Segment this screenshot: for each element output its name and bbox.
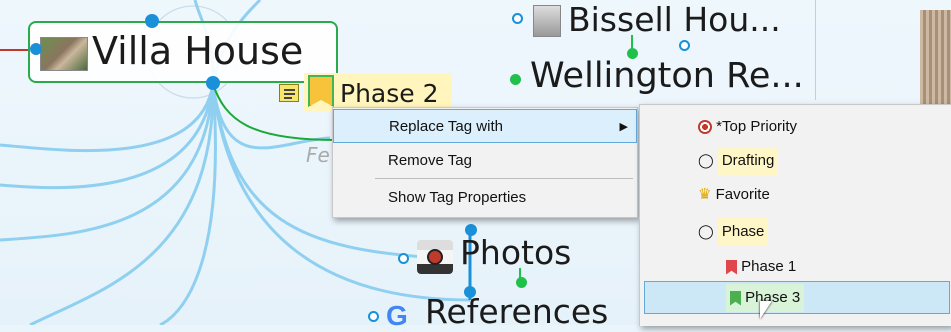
node-handle-bottom[interactable] [206,76,220,90]
note-icon[interactable] [279,84,299,102]
submenu-item-top-priority[interactable]: *Top Priority [698,113,797,141]
replace-tag-submenu: *Top Priority ◯ Drafting ♛ Favorite ◯ Ph… [639,104,951,326]
replace-tag-label: Replace Tag with [389,118,503,135]
phase3-label: Phase 3 [745,289,801,306]
bissell-handle[interactable] [512,13,523,24]
show-tag-properties-label: Show Tag Properties [388,189,527,206]
phase2-label: Phase 2 [340,79,439,108]
side-image [920,10,951,110]
partial-node-text: Fe [306,143,330,167]
bissell-node[interactable]: Bissell Hou... [568,0,781,39]
trophy-icon: ♛ [698,186,712,203]
submenu-item-phase1[interactable]: Phase 1 [726,253,796,281]
red-bookmark-icon [726,259,737,275]
yellow-bookmark-icon[interactable] [308,75,334,107]
mouse-cursor-icon [760,301,772,319]
phase1-label: Phase 1 [741,258,797,275]
favorite-label: Favorite [715,186,770,203]
submenu-item-favorite[interactable]: ♛ Favorite [698,181,770,209]
top-priority-label: *Top Priority [716,118,798,135]
references-node[interactable]: References [425,292,608,331]
wellington-handle[interactable] [510,74,521,85]
phase-label: Phase [717,218,769,246]
tag-context-menu: Replace Tag with ▶ Remove Tag Show Tag P… [332,107,638,218]
node-handle-top[interactable] [145,14,159,28]
photos-handle[interactable] [398,253,409,264]
node-handle-left[interactable] [30,43,42,55]
central-node-title: Villa House [92,29,304,73]
phase-tag-node[interactable]: Phase 2 [304,73,452,111]
camera-icon [417,240,453,274]
google-icon: G [386,300,408,331]
remove-tag-label: Remove Tag [388,152,472,169]
wellington-node[interactable]: Wellington Re... [530,56,804,96]
references-handle[interactable] [368,311,379,322]
menu-separator [375,178,633,179]
remove-tag-menu-item[interactable]: Remove Tag [333,144,637,178]
replace-tag-menu-item[interactable]: Replace Tag with ▶ [333,109,637,143]
bissell-thumbnail [533,5,561,37]
tag-icon: ◯ [698,223,714,239]
bissell-open-handle[interactable] [679,40,690,51]
photos-node[interactable]: Photos [460,233,571,272]
submenu-item-drafting[interactable]: ◯ Drafting [698,146,779,175]
drafting-label: Drafting [717,147,779,175]
show-tag-properties-menu-item[interactable]: Show Tag Properties [333,181,637,215]
tag-icon: ◯ [698,152,714,168]
submenu-arrow-icon: ▶ [619,121,628,133]
submenu-item-phase[interactable]: ◯ Phase [698,217,769,246]
photos-child-handle[interactable] [516,277,527,288]
panel-divider [815,0,816,100]
central-node[interactable]: Villa House [28,21,338,83]
villa-house-thumbnail [40,37,88,71]
green-bookmark-icon [730,290,741,306]
target-icon [698,120,712,135]
